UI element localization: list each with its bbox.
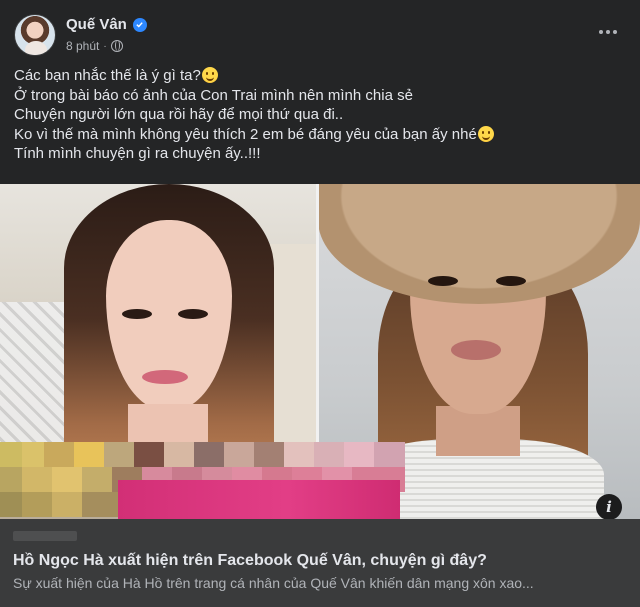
- post-text: Các bạn nhắc thế là ý gì ta? Ở trong bài…: [14, 66, 626, 164]
- winking-face-emoji: [201, 67, 218, 83]
- post-header: Quế Vân 8 phút ·: [14, 14, 626, 58]
- globe-icon[interactable]: [110, 40, 123, 52]
- post-line: Ở trong bài báo có ảnh của Con Trai mình…: [14, 86, 413, 104]
- verified-badge-icon: [132, 17, 147, 32]
- facebook-post: Quế Vân 8 phút · Các bạn nhắc thế là ý g…: [0, 0, 640, 607]
- smiling-face-emoji: [477, 125, 494, 142]
- author-name[interactable]: Quế Vân: [66, 16, 127, 33]
- link-preview[interactable]: Hồ Ngọc Hà xuất hiện trên Facebook Quế V…: [0, 519, 640, 607]
- link-title[interactable]: Hồ Ngọc Hà xuất hiện trên Facebook Quế V…: [13, 552, 487, 570]
- post-meta: 8 phút ·: [66, 39, 123, 53]
- post-time[interactable]: 8 phút: [66, 39, 99, 53]
- author-row: Quế Vân: [66, 16, 147, 33]
- pink-banner: [118, 480, 400, 519]
- info-icon[interactable]: i: [596, 494, 622, 520]
- blurred-domain: [13, 531, 77, 541]
- post-line-text: Các bạn nhắc thế là ý gì ta?: [14, 67, 201, 84]
- meta-separator: ·: [103, 40, 107, 52]
- post-line: Các bạn nhắc thế là ý gì ta?: [14, 66, 626, 86]
- link-description: Sự xuất hiện của Hà Hồ trên trang cá nhâ…: [13, 575, 534, 591]
- link-preview-image[interactable]: [0, 184, 640, 519]
- more-options-icon[interactable]: [590, 14, 626, 50]
- post-line: Chuyện người lớn qua rồi hãy để mọi thứ …: [14, 106, 344, 123]
- post-line: Tính mình chuyện gì ra chuyện ấy..!!!: [14, 145, 261, 162]
- post-line: Ko vì thế mà mình không yêu thích 2 em b…: [14, 125, 626, 145]
- post-line-text: Ko vì thế mà mình không yêu thích 2 em b…: [14, 125, 477, 143]
- avatar[interactable]: [14, 14, 56, 56]
